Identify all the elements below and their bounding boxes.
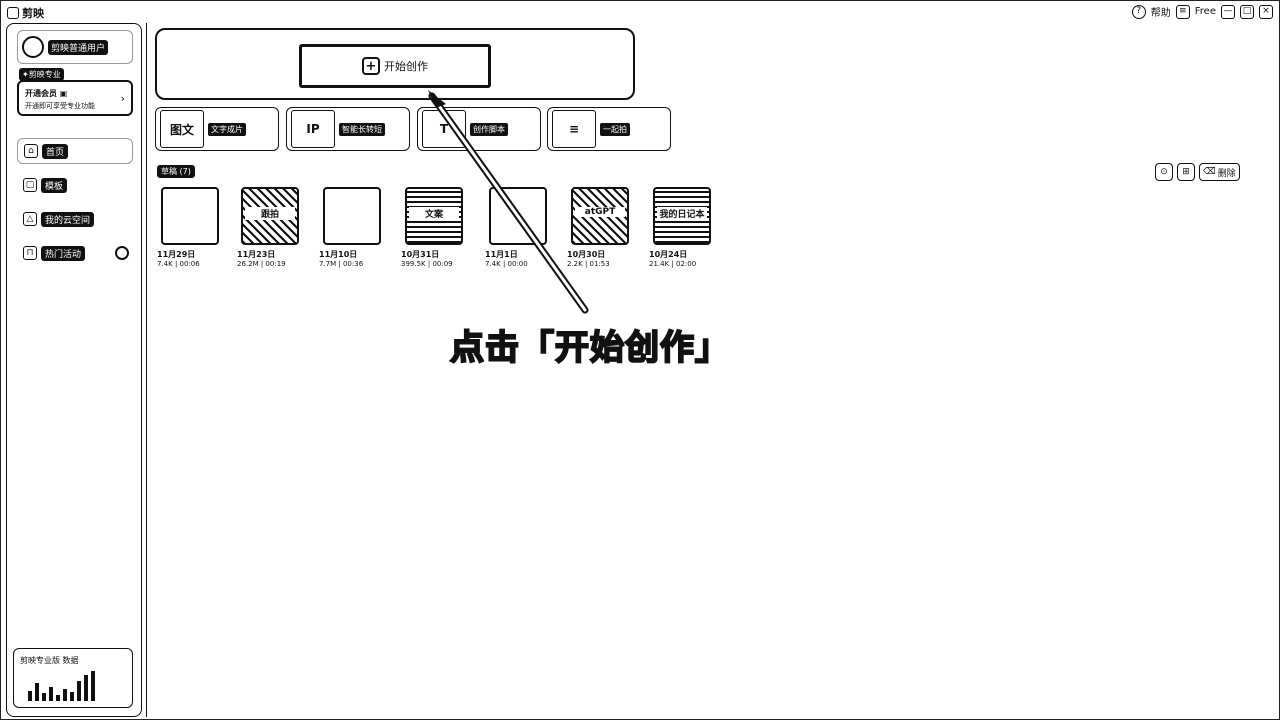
draft-date: 11月10日 — [319, 250, 358, 259]
start-creating-label: 开始创作 — [384, 60, 428, 73]
tool-text-to-video[interactable]: 图文 文字成片 — [155, 107, 279, 151]
draft-thumbnail[interactable]: 跟拍 — [241, 187, 299, 245]
draft-item[interactable]: 跟拍 11月23日 26.2M | 00:19 — [237, 187, 309, 279]
avatar[interactable] — [22, 36, 44, 58]
draft-thumbnail[interactable]: 我的日记本 — [653, 187, 711, 245]
sidebar-item-home[interactable]: ⌂ 首页 — [17, 138, 133, 164]
sidebar-item-label: 我的云空间 — [41, 211, 95, 227]
trash-icon: ⌫ — [1203, 167, 1216, 177]
draft-meta: 7.4K | 00:00 — [485, 260, 528, 268]
username: 剪映普通用户 — [48, 39, 109, 55]
create-banner: + 开始创作 — [155, 28, 635, 100]
tool-label: 一起拍 — [600, 122, 630, 136]
plan-label: Free — [1194, 6, 1216, 17]
home-icon: ⌂ — [24, 144, 38, 158]
tool-thumbnail: IP — [291, 110, 335, 148]
draft-meta: 7.4K | 00:06 — [157, 260, 200, 268]
tool-thumbnail: T — [422, 110, 466, 148]
draft-date: 11月23日 — [237, 250, 276, 259]
app-logo-icon — [7, 7, 19, 19]
member-upgrade-card[interactable]: 开通会员 ▣ 开通即可享受专业功能 › — [17, 80, 133, 116]
notification-dot-icon — [115, 246, 129, 260]
tool-label: 创作脚本 — [470, 122, 508, 136]
minimize-button[interactable]: — — [1221, 4, 1235, 19]
grid-view-icon[interactable]: ⊞ — [1177, 163, 1195, 181]
window-controls: ? 帮助 ≡ Free — □ × — [1131, 4, 1273, 19]
draft-thumbnail[interactable] — [323, 187, 381, 245]
start-creating-button[interactable]: + 开始创作 — [299, 44, 491, 88]
help-label[interactable]: 帮助 — [1151, 4, 1171, 19]
draft-item[interactable]: 11月1日 7.4K | 00:00 — [485, 187, 557, 279]
tool-thumbnail: 图文 — [160, 110, 204, 148]
sidebar-item-label: 首页 — [42, 143, 69, 159]
activity-icon: ⊓ — [23, 246, 37, 260]
draft-item[interactable]: atGPT 10月30日 2.2K | 01:53 — [567, 187, 639, 279]
template-icon: ▢ — [23, 178, 37, 192]
delete-button[interactable]: ⌫ 删除 — [1199, 163, 1240, 181]
cloud-icon: △ — [23, 212, 37, 226]
maximize-button[interactable]: □ — [1240, 4, 1254, 19]
draft-date: 10月24日 — [649, 250, 688, 259]
drafts-toolbar: ⊙ ⊞ ⌫ 删除 — [1155, 163, 1240, 181]
delete-label: 删除 — [1217, 168, 1236, 179]
sidebar-item-label: 热门活动 — [41, 245, 86, 261]
tool-long-to-short[interactable]: IP 智能长转短 — [286, 107, 410, 151]
thumbnail-text: 文案 — [409, 207, 459, 220]
draft-date: 10月31日 — [401, 250, 440, 259]
tool-script[interactable]: T 创作脚本 — [417, 107, 541, 151]
tool-shoot-together[interactable]: ≡ 一起拍 — [547, 107, 671, 151]
menu-icon[interactable]: ≡ — [1175, 4, 1190, 19]
draft-meta: 399.5K | 00:09 — [401, 260, 453, 268]
drafts-title: 草稿 (7) — [157, 165, 195, 178]
thumbnail-text: 跟拍 — [245, 207, 295, 220]
plus-icon: + — [362, 57, 380, 75]
chevron-right-icon: › — [120, 92, 125, 105]
draft-meta: 7.7M | 00:36 — [319, 260, 364, 268]
member-subtitle: 开通即可享受专业功能 — [25, 102, 95, 110]
draft-date: 11月1日 — [485, 250, 518, 259]
draft-date: 11月29日 — [157, 250, 196, 259]
main-content: + 开始创作 图文 文字成片 IP 智能长转短 T 创作脚本 ≡ 一起拍 草稿 … — [146, 23, 1276, 717]
title-bar: 剪映 ? 帮助 ≡ Free — □ × — [1, 1, 1279, 23]
sidebar: 剪映普通用户 ✦剪映专业 开通会员 ▣ 开通即可享受专业功能 › ⌂ 首页 ▢ … — [6, 23, 142, 717]
draft-date: 10月30日 — [567, 250, 606, 259]
thumbnail-text: atGPT — [575, 207, 625, 217]
tool-label: 文字成片 — [208, 122, 246, 136]
app-logo: 剪映 — [7, 5, 44, 21]
draft-meta: 26.2M | 00:19 — [237, 260, 286, 268]
draft-item[interactable]: 我的日记本 10月24日 21.4K | 02:00 — [649, 187, 721, 279]
sidebar-item-label: 模板 — [41, 177, 68, 193]
tool-label: 智能长转短 — [339, 122, 385, 136]
annotation-callout: 点击「开始创作」 — [449, 327, 730, 369]
draft-thumbnail[interactable]: atGPT — [571, 187, 629, 245]
sidebar-item-activities[interactable]: ⊓ 热门活动 — [17, 240, 133, 266]
draft-thumbnail[interactable]: 文案 — [405, 187, 463, 245]
draft-meta: 21.4K | 02:00 — [649, 260, 697, 268]
draft-meta: 2.2K | 01:53 — [567, 260, 610, 268]
sidebar-item-templates[interactable]: ▢ 模板 — [17, 172, 133, 198]
draft-item[interactable]: 11月29日 7.4K | 00:06 — [157, 187, 229, 279]
draft-item[interactable]: 文案 10月31日 399.5K | 00:09 — [401, 187, 473, 279]
sidebar-item-cloud[interactable]: △ 我的云空间 — [17, 206, 133, 232]
thumbnail-text: 我的日记本 — [657, 207, 707, 220]
draft-thumbnail[interactable] — [489, 187, 547, 245]
member-title: 开通会员 ▣ — [25, 89, 68, 98]
draft-thumbnail[interactable] — [161, 187, 219, 245]
help-icon[interactable]: ? — [1131, 4, 1146, 19]
user-profile[interactable]: 剪映普通用户 — [17, 30, 133, 64]
promo-banner[interactable]: 剪映专业版 数据 — [13, 648, 133, 708]
promo-title: 剪映专业版 数据 — [20, 656, 79, 665]
app-name: 剪映 — [22, 7, 44, 20]
draft-item[interactable]: 11月10日 7.7M | 00:36 — [319, 187, 391, 279]
close-button[interactable]: × — [1259, 4, 1273, 19]
settings-icon[interactable]: ⊙ — [1155, 163, 1173, 181]
promo-bars-graphic — [28, 671, 122, 701]
tool-thumbnail: ≡ — [552, 110, 596, 148]
